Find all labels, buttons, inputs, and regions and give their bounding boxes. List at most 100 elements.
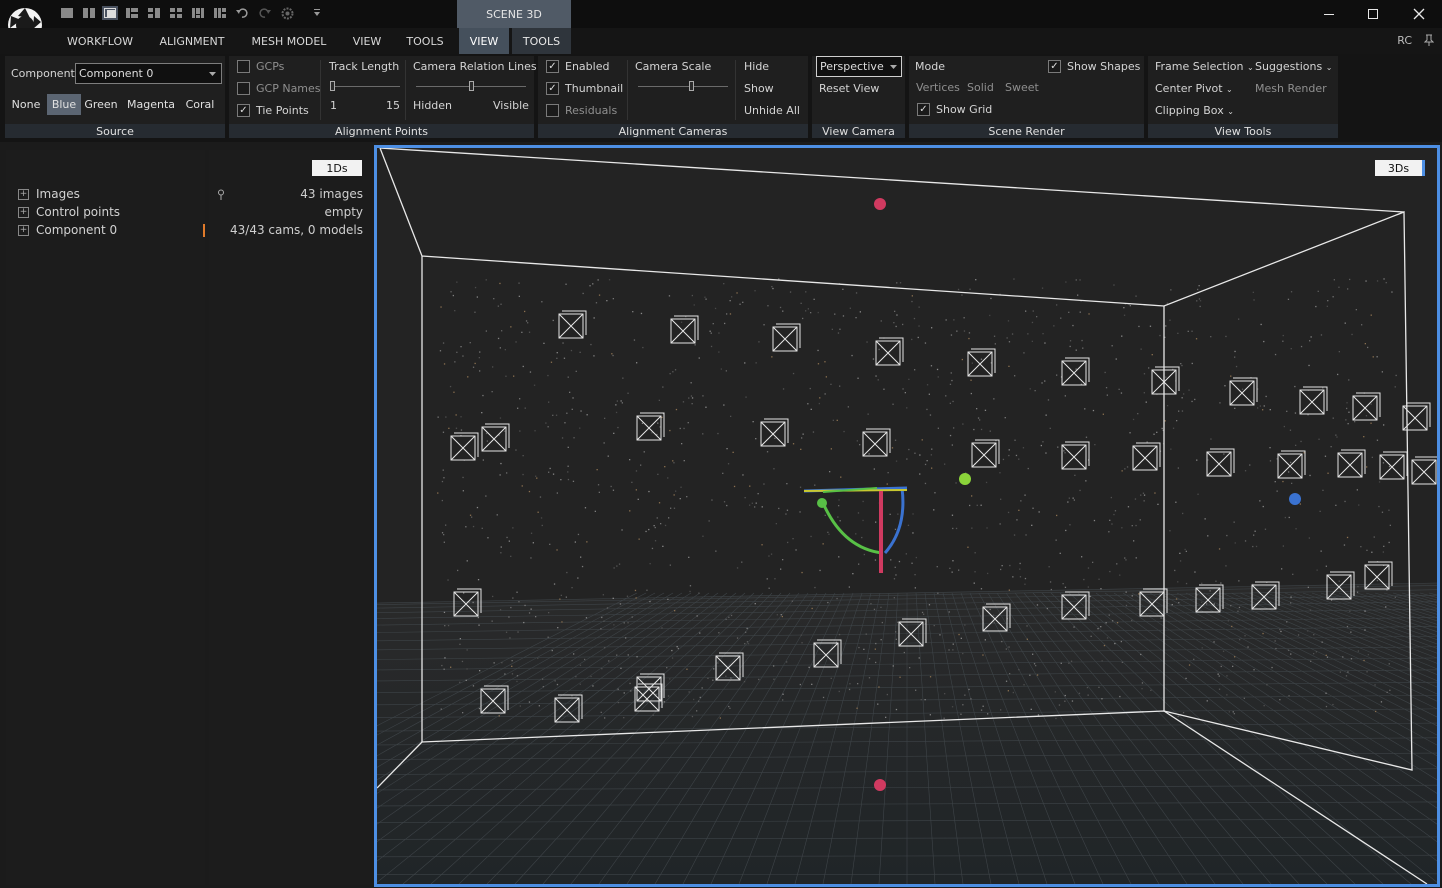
expand-control-points-icon[interactable]: + [18,207,29,218]
layout-3-icon[interactable] [102,6,118,20]
projection-select[interactable]: Perspective [816,56,902,77]
track-length-knob[interactable] [330,81,335,91]
track-length-slider[interactable] [332,86,400,87]
layout-2-icon[interactable] [81,6,97,20]
redo-icon[interactable] [257,6,273,20]
mode-sweet-button[interactable]: Sweet [1005,81,1039,94]
camera-scale-label: Camera Scale [635,60,712,73]
viewport-3d[interactable]: 3Ds [374,145,1440,887]
menu-view[interactable]: VIEW [344,28,390,54]
menu-scene-view[interactable]: VIEW [459,28,509,54]
color-coral-button[interactable]: Coral [182,94,218,115]
enabled-checkbox[interactable]: ✓ [546,60,559,73]
gcp-names-label: GCP Names [256,82,321,95]
alignment-cameras-group-label: Alignment Cameras [538,124,808,138]
component-select[interactable]: Component 0 [75,63,222,84]
pin-icon[interactable] [1423,34,1435,49]
gcps-label: GCPs [256,60,285,73]
enabled-label: Enabled [565,60,610,73]
menu-workflow[interactable]: WORKFLOW [58,28,142,54]
gcps-checkbox[interactable] [237,60,250,73]
clipping-box-button[interactable]: Clipping Box ⌄ [1155,104,1234,117]
1ds-tag[interactable]: 1Ds [312,160,362,176]
show-shapes-checkbox[interactable]: ✓ [1048,60,1061,73]
gcp-names-checkbox[interactable] [237,82,250,95]
mesh-render-button[interactable]: Mesh Render [1255,82,1327,95]
minimize-button[interactable] [1306,0,1352,28]
camera-scale-knob[interactable] [689,81,694,91]
residuals-checkbox[interactable] [546,104,559,117]
camera-relation-knob[interactable] [469,81,474,91]
view-camera-group-label: View Camera [812,124,905,138]
unhide-all-button[interactable]: Unhide All [744,104,800,117]
color-magenta-button[interactable]: Magenta [125,94,177,115]
color-green-button[interactable]: Green [83,94,119,115]
gcp-marker [1289,493,1301,505]
show-grid-checkbox[interactable]: ✓ [917,103,930,116]
close-button[interactable] [1396,0,1442,28]
thumbnail-checkbox[interactable]: ✓ [546,82,559,95]
source-group-label: Source [5,124,225,138]
component-select-value: Component 0 [79,67,154,80]
context-tab-scene-3d[interactable]: SCENE 3D [457,0,571,28]
color-none-button[interactable]: None [8,94,44,115]
tree-item-images[interactable]: Images [36,187,80,201]
gcp-marker [874,198,886,210]
divider [320,60,321,120]
chevron-down-icon: ⌄ [1325,63,1333,72]
menu-scene-tools[interactable]: TOOLS [512,28,571,54]
tie-points-checkbox[interactable]: ✓ [237,104,250,117]
hide-button[interactable]: Hide [744,60,769,73]
chevron-down-icon: ⌄ [1227,107,1234,116]
scene-3d-canvas[interactable] [377,148,1437,884]
camera-scale-slider[interactable] [638,86,728,87]
layout-8-icon[interactable] [212,6,228,20]
tree-item-component-0[interactable]: Component 0 [36,223,117,237]
show-shapes-label: Show Shapes [1067,60,1141,73]
mode-vertices-button[interactable]: Vertices [916,81,960,94]
3ds-tag[interactable]: 3Ds [1375,160,1425,176]
customize-icon[interactable] [309,6,325,20]
expand-component-icon[interactable]: + [18,225,29,236]
undo-icon[interactable] [234,6,250,20]
chevron-down-icon: ⌄ [1226,85,1233,94]
menu-alignment[interactable]: ALIGNMENT [150,28,234,54]
center-pivot-button[interactable]: Center Pivot ⌄ [1155,82,1233,95]
layout-1-icon[interactable] [59,6,75,20]
control-points-status: empty [324,205,364,219]
rc-label: RC [1397,34,1412,47]
images-count: 43 images [300,187,363,201]
show-grid-label: Show Grid [936,103,993,116]
track-length-label: Track Length [329,60,400,73]
color-blue-button[interactable]: Blue [47,94,81,115]
scene-render-group-label: Scene Render [909,124,1144,138]
camera-relation-lines-label: Camera Relation Lines [413,60,537,73]
menu-mesh-model[interactable]: MESH MODEL [244,28,334,54]
suggestions-button[interactable]: Suggestions ⌄ [1255,60,1332,73]
projection-value: Perspective [820,60,884,73]
frame-selection-button[interactable]: Frame Selection ⌄ [1155,60,1254,73]
relation-visible-label: Visible [493,99,529,112]
tree-item-control-points[interactable]: Control points [36,205,120,219]
track-length-min: 1 [330,99,337,112]
residuals-label: Residuals [565,104,618,117]
expand-images-icon[interactable]: + [18,189,29,200]
active-component-marker [203,224,205,237]
component-summary: 43/43 cams, 0 models [230,223,363,237]
layout-6-icon[interactable] [168,6,184,20]
layout-7-icon[interactable] [190,6,206,20]
layout-4-icon[interactable] [124,6,140,20]
settings-icon[interactable] [279,6,295,20]
menu-tools[interactable]: TOOLS [398,28,452,54]
maximize-button[interactable] [1350,0,1396,28]
clipping-box-label: Clipping Box [1155,104,1224,117]
reset-view-button[interactable]: Reset View [819,82,879,95]
layout-5-icon[interactable] [146,6,162,20]
view-tools-group-label: View Tools [1148,124,1338,138]
chevron-down-icon [209,72,216,76]
mode-label: Mode [915,60,945,73]
mode-solid-button[interactable]: Solid [967,81,994,94]
info-panel [209,150,370,885]
show-button[interactable]: Show [744,82,774,95]
chevron-down-icon [890,65,897,69]
